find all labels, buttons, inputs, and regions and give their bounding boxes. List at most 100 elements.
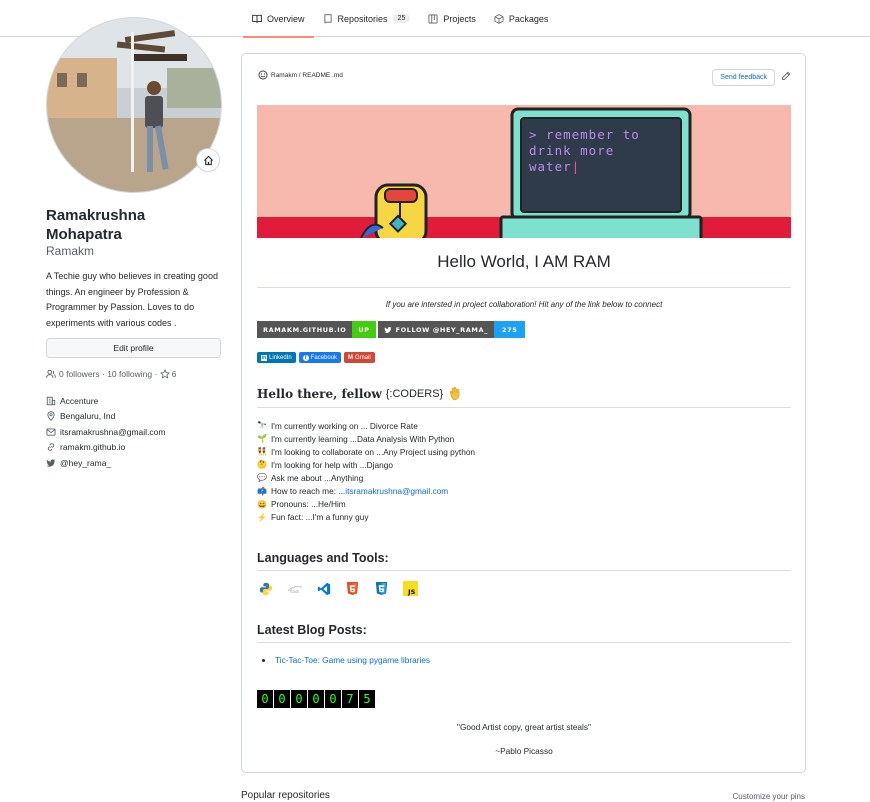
tab-projects[interactable]: Projects: [419, 0, 485, 37]
site-badge-status[interactable]: UP: [352, 321, 376, 338]
follow-separator-2: ·: [152, 369, 160, 379]
twitter-link[interactable]: @hey_rama_: [60, 458, 111, 468]
vcard-website: ramakm.github.io: [46, 440, 165, 456]
tab-repositories-label: Repositories: [337, 13, 388, 24]
vcard-twitter: @hey_rama_: [46, 455, 165, 471]
about-facts-list: 🔭 I'm currently working on ... Divorce Ra…: [257, 419, 475, 524]
counter-digit: 0: [257, 690, 273, 708]
profile-readme: Ramakm / README .md Send feedback > reme…: [241, 53, 806, 773]
telescope-icon: 🔭: [257, 421, 267, 431]
stars-link[interactable]: 6: [172, 369, 177, 379]
fact-text: Fun fact: ...I'm a funny guy: [271, 512, 369, 523]
list-item: 📫 How to reach me: ... itsramakrushna@gmai…: [257, 484, 475, 497]
vcard-email: itsramakrushna@gmail.com: [46, 424, 165, 440]
languages-heading: Languages and Tools:: [257, 551, 389, 565]
location-text: Bengaluru, Ind: [60, 411, 116, 422]
mailbox-icon: 📫: [257, 486, 267, 496]
tab-projects-label: Projects: [443, 13, 476, 24]
pencil-icon[interactable]: [781, 71, 791, 81]
list-item: 💬 Ask me about ...Anything: [257, 471, 475, 484]
facebook-icon: f: [302, 354, 309, 361]
banner-line-2: drink more: [529, 143, 615, 158]
counter-digit: 0: [274, 690, 290, 708]
star-icon: [159, 369, 170, 379]
following-link[interactable]: 10 following: [107, 369, 152, 379]
website-link[interactable]: ramakm.github.io: [60, 442, 125, 452]
location-icon: [46, 411, 56, 422]
list-item: 😄 Pronouns: ...He/Him: [257, 498, 475, 511]
fullname-line2: Mohapatra: [46, 226, 122, 243]
banner-line-1: > remember to: [529, 127, 640, 142]
javascript-icon[interactable]: JS: [402, 580, 419, 597]
profile-fullname: Ramakrushna Mohapatra: [46, 206, 226, 244]
reach-email-link[interactable]: itsramakrushna@gmail.com: [345, 486, 448, 496]
avatar[interactable]: [46, 17, 222, 193]
tab-overview[interactable]: Overview: [243, 0, 314, 38]
waving-hand-icon: [450, 386, 460, 401]
linkedin-icon: in: [261, 354, 267, 361]
vscode-icon[interactable]: [315, 580, 332, 597]
speech-icon: 💬: [257, 473, 267, 483]
list-item: 🤔 I'm looking for help with ...Django: [257, 458, 475, 471]
people-icon: [46, 369, 56, 378]
cursor-glyph: |: [571, 159, 581, 174]
profile-login: Ramakm: [46, 244, 95, 258]
customize-pins-link[interactable]: Customize your pins: [733, 792, 805, 801]
thinking-icon: 🤔: [257, 460, 267, 470]
blog-post-link[interactable]: Tic-Tac-Toe: Game using pygame libraries: [275, 655, 430, 665]
flask-icon[interactable]: flask: [286, 580, 303, 597]
laptop-illustration: [257, 105, 791, 238]
fact-text: I'm looking to collaborate on ...Any Pro…: [271, 446, 476, 457]
email-link[interactable]: itsramakrushna@gmail.com: [60, 427, 165, 437]
gmail-badge[interactable]: M Gmail: [344, 352, 375, 363]
quote-author: ~Pablo Picasso: [495, 746, 553, 756]
css3-icon[interactable]: [373, 580, 390, 597]
tab-repositories[interactable]: Repositories 25: [314, 0, 420, 37]
set-status-button[interactable]: [196, 148, 220, 172]
fact-text: I'm currently working on ... Divorce Rat…: [271, 420, 418, 431]
html5-icon[interactable]: [344, 580, 361, 597]
tab-packages[interactable]: Packages: [485, 0, 558, 37]
follow-badge-count[interactable]: 275: [493, 321, 526, 338]
svg-text:JS: JS: [407, 588, 415, 596]
home-icon: [203, 155, 213, 165]
linkedin-badge[interactable]: in LinkedIn: [257, 352, 296, 363]
blog-heading: Latest Blog Posts:: [257, 623, 367, 637]
facebook-badge[interactable]: f Facebook: [298, 352, 342, 363]
counter-digit: 0: [308, 690, 324, 708]
fact-text: How to reach me: ...: [271, 486, 346, 497]
python-icon[interactable]: [257, 580, 274, 597]
blog-divider: [257, 642, 791, 643]
svg-text:flask: flask: [290, 589, 300, 594]
smile-icon: 😄: [257, 499, 267, 509]
fact-text: I'm currently learning ...Data Analysis …: [271, 433, 455, 444]
edit-profile-button[interactable]: Edit profile: [46, 338, 221, 358]
gmail-label: Gmail: [355, 354, 371, 361]
social-badges: in LinkedIn f Facebook M Gmail: [257, 352, 375, 363]
vcard-details: Accenture Bengaluru, Ind itsramakrushna@…: [46, 393, 165, 471]
readme-path-text[interactable]: Ramakm / README .md: [271, 72, 343, 79]
counter-digit: 0: [325, 690, 341, 708]
readme-banner: > remember to drink more water|: [257, 105, 791, 238]
vcard-company: Accenture: [46, 393, 165, 409]
book-icon: [252, 14, 262, 23]
fullname-line1: Ramakrushna: [46, 207, 146, 224]
status-badges: RAMAKM.GITHUB.IO UP FOLLOW @HEY_RAMA_ 27…: [257, 321, 526, 338]
avatar-photo: [47, 18, 221, 192]
bullet-icon: [262, 658, 265, 662]
organization-icon: [46, 396, 56, 406]
twitter-icon: [383, 326, 392, 333]
follow-badge-label[interactable]: FOLLOW @HEY_RAMA_: [377, 321, 494, 338]
linkedin-label: LinkedIn: [269, 354, 292, 361]
vcard-location: Bengaluru, Ind: [46, 409, 165, 425]
follow-badge-text: FOLLOW @HEY_RAMA_: [395, 325, 488, 334]
gmail-icon: M: [348, 354, 354, 361]
site-badge-label[interactable]: RAMAKM.GITHUB.IO: [257, 321, 353, 338]
follow-separator: ·: [99, 369, 108, 379]
fact-text: Pronouns: ...He/Him: [271, 499, 346, 510]
send-feedback-button[interactable]: Send feedback: [712, 69, 775, 86]
smiley-icon: [258, 70, 268, 80]
collab-line: If you are intersted in project collabor…: [385, 300, 663, 309]
hello-heading-text: Hello there, fellow: [257, 387, 382, 401]
followers-link[interactable]: 0 followers: [59, 369, 100, 379]
